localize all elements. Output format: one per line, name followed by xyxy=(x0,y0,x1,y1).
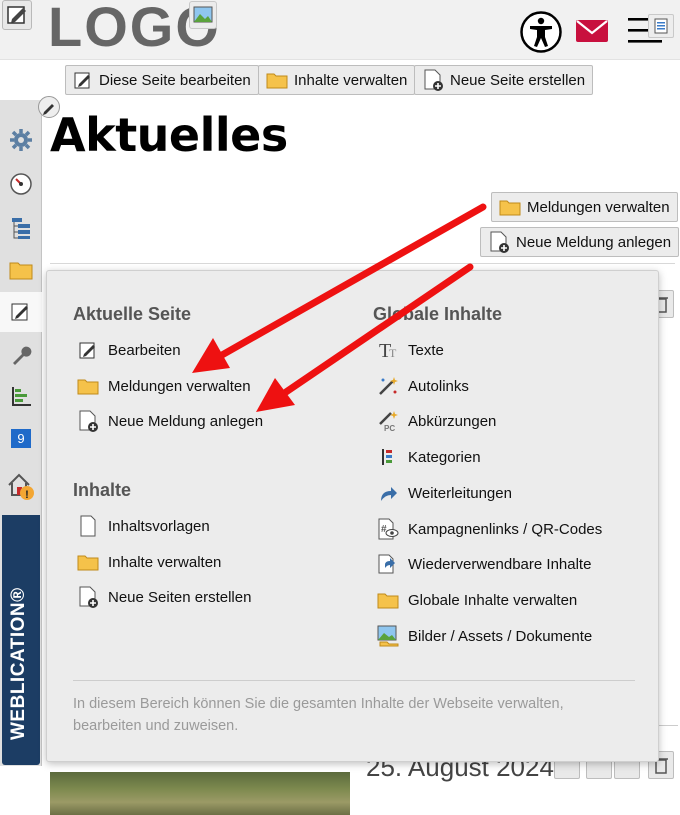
menu-item-new-pages[interactable]: Neue Seiten erstellen xyxy=(77,585,251,609)
reusable-content-icon xyxy=(377,553,399,575)
new-page-label: Neue Seite erstellen xyxy=(450,71,586,89)
new-news-label: Neue Meldung anlegen xyxy=(516,233,672,251)
menu-item-abbreviations[interactable]: PC Abkürzungen xyxy=(377,409,496,433)
menu-item-label: Bilder / Assets / Dokumente xyxy=(408,627,593,645)
global-content-heading: Globale Inhalte xyxy=(373,304,503,324)
menu-item-new-news[interactable]: Neue Meldung anlegen xyxy=(77,409,263,433)
menu-item-edit[interactable]: Bearbeiten xyxy=(77,338,181,362)
menu-item-label: Inhaltsvorlagen xyxy=(108,517,210,535)
tasks-count-badge[interactable]: 9 xyxy=(0,418,42,458)
folder-icon xyxy=(266,73,288,89)
categories-icon xyxy=(377,446,399,468)
menu-item-autolinks[interactable]: Autolinks xyxy=(377,374,469,398)
menu-item-label: Neue Seiten erstellen xyxy=(108,588,252,606)
manage-content-button[interactable]: Inhalte verwalten xyxy=(258,65,416,95)
menu-item-texts[interactable]: TT Texte xyxy=(377,338,444,362)
wrench-icon[interactable] xyxy=(0,335,42,375)
menu-item-label: Abkürzungen xyxy=(408,412,497,430)
current-page-heading: Aktuelle Seite xyxy=(73,304,192,324)
magic-link-icon xyxy=(377,375,399,397)
menu-item-label: Globale Inhalte verwalten xyxy=(408,591,578,609)
menu-item-manage-news[interactable]: Meldungen verwalten xyxy=(77,374,251,398)
menu-item-images-assets[interactable]: Bilder / Assets / Dokumente xyxy=(377,624,592,648)
image-edit-icon[interactable] xyxy=(189,1,217,29)
menu-item-label: Kampagnenlinks / QR-Codes xyxy=(408,520,603,538)
edit-page-label: Diese Seite bearbeiten xyxy=(99,71,251,89)
panel-description: In diesem Bereich können Sie die gesamte… xyxy=(73,696,564,734)
document-icon xyxy=(77,515,99,537)
menu-item-campaign-links[interactable]: # Kampagnenlinks / QR-Codes xyxy=(377,517,602,541)
brand-label: WEBLICATION® xyxy=(8,587,29,740)
folder-icon[interactable] xyxy=(0,250,42,290)
svg-text:T: T xyxy=(389,346,397,360)
new-document-icon xyxy=(77,586,99,608)
image-icon xyxy=(377,625,399,647)
content-divider xyxy=(50,263,675,264)
folder-icon xyxy=(377,589,399,611)
panel-divider xyxy=(73,680,635,681)
campaign-link-icon: # xyxy=(377,518,399,540)
menu-item-label: Bearbeiten xyxy=(108,341,181,359)
new-document-icon xyxy=(424,69,443,91)
manage-content-label: Inhalte verwalten xyxy=(294,71,408,89)
content-edit-icon[interactable] xyxy=(0,292,42,332)
menu-item-manage-global-content[interactable]: Globale Inhalte verwalten xyxy=(377,588,577,612)
edit-mode-toggle[interactable] xyxy=(2,0,32,30)
menu-item-label: Neue Meldung anlegen xyxy=(108,412,264,430)
settings-gear-icon[interactable] xyxy=(0,120,42,160)
text-icon: TT xyxy=(377,339,399,361)
tasks-count-value: 9 xyxy=(11,428,31,448)
folder-icon xyxy=(499,200,521,216)
menu-item-label: Weiterleitungen xyxy=(408,484,512,502)
redirect-icon xyxy=(377,482,399,504)
svg-text:PC: PC xyxy=(384,424,395,432)
dashboard-gauge-icon[interactable] xyxy=(0,164,42,204)
content-heading: Inhalte xyxy=(73,480,132,500)
edit-page-button[interactable]: Diese Seite bearbeiten xyxy=(65,65,259,95)
edit-icon xyxy=(77,339,99,361)
page-tree-icon[interactable] xyxy=(0,208,42,248)
menu-item-label: Texte xyxy=(408,341,444,359)
menu-item-manage-content[interactable]: Inhalte verwalten xyxy=(77,550,221,574)
content-menu-panel: Aktuelle Seite Bearbeiten Meldungen verw… xyxy=(46,270,659,762)
manage-news-label: Meldungen verwalten xyxy=(527,198,670,216)
folder-icon xyxy=(77,551,99,573)
row-divider xyxy=(658,725,678,726)
menu-item-label: Wiederverwendbare Inhalte xyxy=(408,555,592,573)
menu-item-label: Kategorien xyxy=(408,448,481,466)
statistics-icon[interactable] xyxy=(0,376,42,416)
menu-item-redirects[interactable]: Weiterleitungen xyxy=(377,481,512,505)
menu-item-reusable-content[interactable]: Wiederverwendbare Inhalte xyxy=(377,552,591,576)
mail-icon[interactable] xyxy=(575,18,609,44)
news-thumbnail[interactable] xyxy=(50,772,350,815)
svg-text:!: ! xyxy=(25,489,29,501)
menu-item-categories[interactable]: Kategorien xyxy=(377,445,481,469)
edit-icon xyxy=(7,6,26,24)
menu-item-label: Meldungen verwalten xyxy=(108,377,251,395)
new-document-icon xyxy=(77,410,99,432)
menu-item-label: Autolinks xyxy=(408,377,469,395)
folder-icon xyxy=(77,375,99,397)
edit-icon xyxy=(74,72,90,89)
manage-news-button[interactable]: Meldungen verwalten xyxy=(491,192,678,222)
abbreviation-icon: PC xyxy=(377,410,399,432)
menu-item-content-templates[interactable]: Inhaltsvorlagen xyxy=(77,514,210,538)
menu-edit-icon[interactable] xyxy=(648,14,674,38)
site-header: LOGO xyxy=(0,0,680,60)
new-page-button[interactable]: Neue Seite erstellen xyxy=(414,65,594,95)
accessibility-icon[interactable] xyxy=(519,10,563,54)
home-warning-icon[interactable]: ! xyxy=(0,466,42,506)
new-document-icon xyxy=(490,231,509,253)
menu-item-label: Inhalte verwalten xyxy=(108,553,222,571)
new-news-button[interactable]: Neue Meldung anlegen xyxy=(480,227,680,257)
page-title: Aktuelles xyxy=(50,108,288,162)
